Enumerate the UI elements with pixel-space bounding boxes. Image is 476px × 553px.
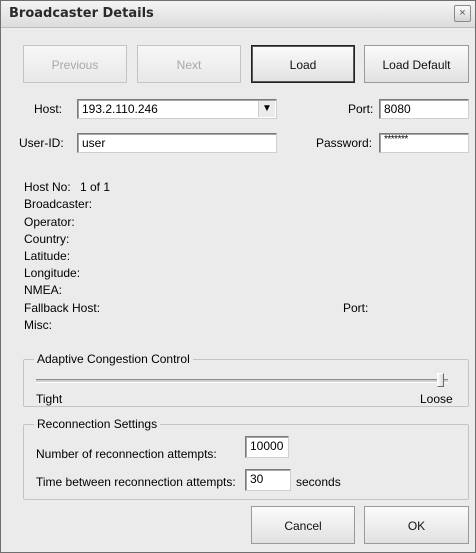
host-no-label: Host No:	[24, 180, 71, 194]
reconnect-attempts-label: Number of reconnection attempts:	[36, 447, 217, 461]
congestion-group: Adaptive Congestion Control	[23, 352, 469, 407]
congestion-slider-thumb[interactable]	[437, 373, 444, 387]
broadcaster-details-dialog: Broadcaster Details × Previous Next Load…	[0, 0, 476, 553]
window-title: Broadcaster Details	[9, 6, 154, 21]
longitude-label: Longitude:	[24, 266, 81, 280]
title-bar[interactable]: Broadcaster Details ×	[1, 1, 475, 28]
load-button[interactable]: Load	[251, 45, 355, 83]
host-dropdown[interactable]: 193.2.110.246 ▼	[77, 99, 277, 119]
broadcaster-label: Broadcaster:	[24, 197, 93, 211]
misc-label: Misc:	[24, 318, 52, 332]
cancel-button[interactable]: Cancel	[251, 506, 355, 544]
country-label: Country:	[24, 232, 70, 246]
port-label: Port:	[348, 102, 374, 116]
ok-button[interactable]: OK	[364, 506, 469, 544]
reconnect-interval-unit: seconds	[296, 475, 341, 489]
nmea-label: NMEA:	[24, 283, 63, 297]
password-field[interactable]: *******	[379, 133, 469, 153]
next-button[interactable]: Next	[137, 45, 241, 83]
latitude-label: Latitude:	[24, 249, 71, 263]
previous-button[interactable]: Previous	[23, 45, 127, 83]
reconnection-group-label: Reconnection Settings	[34, 417, 161, 431]
congestion-min-label: Tight	[36, 392, 63, 406]
userid-label: User-ID:	[19, 136, 64, 150]
reconnect-attempts-field[interactable]: 10000	[245, 436, 289, 458]
host-label: Host:	[34, 102, 63, 116]
password-label: Password:	[316, 136, 373, 150]
host-no-value: 1 of 1	[80, 180, 111, 194]
userid-field[interactable]: user	[77, 133, 277, 153]
fallback-host-label: Fallback Host:	[24, 301, 101, 315]
reconnect-interval-label: Time between reconnection attempts:	[36, 475, 236, 489]
port-field[interactable]: 8080	[379, 99, 469, 119]
congestion-slider-track[interactable]	[36, 379, 448, 383]
congestion-max-label: Loose	[420, 392, 453, 406]
chevron-down-icon[interactable]: ▼	[258, 101, 275, 117]
host-value: 193.2.110.246	[82, 102, 158, 116]
load-default-button[interactable]: Load Default	[364, 45, 469, 83]
close-icon[interactable]: ×	[454, 5, 471, 22]
congestion-group-label: Adaptive Congestion Control	[34, 352, 193, 366]
fallback-port-label: Port:	[343, 301, 369, 315]
reconnect-interval-field[interactable]: 30	[245, 469, 291, 491]
operator-label: Operator:	[24, 215, 75, 229]
